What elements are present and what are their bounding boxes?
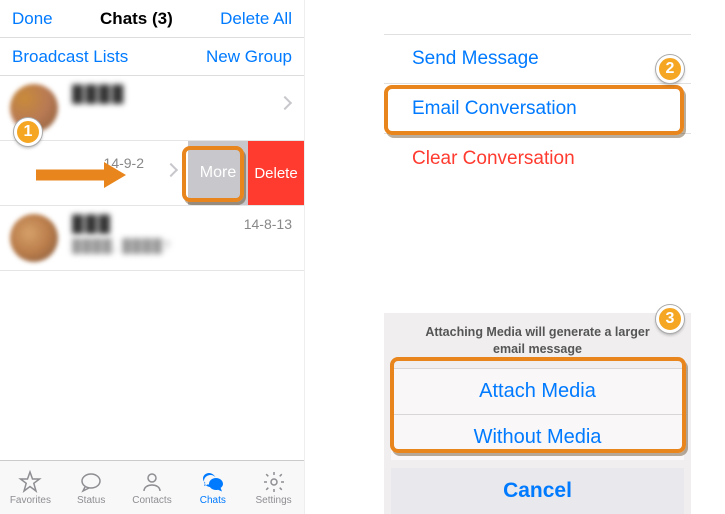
tab-status[interactable]: Status xyxy=(61,461,122,514)
delete-button[interactable]: Delete xyxy=(248,141,304,205)
broadcast-lists-link[interactable]: Broadcast Lists xyxy=(12,47,128,67)
chat-preview: ████, ████? xyxy=(72,238,294,253)
tab-settings[interactable]: Settings xyxy=(243,461,304,514)
contact-icon xyxy=(140,470,164,494)
chat-row[interactable]: ███ ████, ████? 14-8-13 xyxy=(0,206,304,271)
button-label: Attach Media xyxy=(479,380,596,403)
button-label: Cancel xyxy=(503,479,572,503)
chat-row[interactable]: ████ xyxy=(0,76,304,141)
status-icon xyxy=(79,470,103,494)
tab-chats[interactable]: Chats xyxy=(182,461,243,514)
annotation-arrow-icon xyxy=(34,160,126,190)
star-icon xyxy=(18,470,42,494)
button-label: Without Media xyxy=(474,426,602,449)
header-bar: Done Chats (3) Delete All xyxy=(0,0,304,38)
cancel-button[interactable]: Cancel xyxy=(391,468,684,514)
annotation-badge-2: 2 xyxy=(656,55,684,83)
tab-label: Contacts xyxy=(132,495,171,506)
page-title: Chats (3) xyxy=(100,9,173,29)
attach-media-button[interactable]: Attach Media xyxy=(391,368,684,414)
more-button[interactable]: More xyxy=(188,141,248,205)
send-message-option[interactable]: Send Message xyxy=(384,34,691,84)
menu-label: Clear Conversation xyxy=(412,148,575,170)
annotation-badge-1: 1 xyxy=(14,118,42,146)
chevron-right-icon xyxy=(164,163,178,177)
delete-all-button[interactable]: Delete All xyxy=(220,9,292,29)
tab-favorites[interactable]: Favorites xyxy=(0,461,61,514)
new-group-link[interactable]: New Group xyxy=(206,47,292,67)
menu-label: Send Message xyxy=(412,48,539,70)
chat-name: ████ xyxy=(72,86,294,104)
subheader-bar: Broadcast Lists New Group xyxy=(0,38,304,76)
action-sheet: Attaching Media will generate a larger e… xyxy=(384,313,691,514)
action-menu: Send Message Email Conversation Clear Co… xyxy=(384,34,691,184)
without-media-button[interactable]: Without Media xyxy=(391,414,684,460)
chats-icon xyxy=(201,470,225,494)
done-button[interactable]: Done xyxy=(12,9,53,29)
clear-conversation-option[interactable]: Clear Conversation xyxy=(384,134,691,184)
tab-bar: Favorites Status Contacts Chats Settings xyxy=(0,460,304,514)
avatar xyxy=(10,214,58,262)
tab-label: Chats xyxy=(200,495,226,506)
sheet-subtitle: Attaching Media will generate a larger e… xyxy=(391,318,684,368)
tab-label: Settings xyxy=(256,495,292,506)
email-conversation-option[interactable]: Email Conversation xyxy=(384,84,691,134)
chat-date: 14-8-13 xyxy=(244,216,292,232)
tab-contacts[interactable]: Contacts xyxy=(122,461,183,514)
gear-icon xyxy=(262,470,286,494)
chats-screen: Done Chats (3) Delete All Broadcast List… xyxy=(0,0,305,514)
more-label: More xyxy=(200,164,236,182)
tab-label: Favorites xyxy=(10,495,51,506)
annotation-badge-3: 3 xyxy=(656,305,684,333)
menu-label: Email Conversation xyxy=(412,98,577,120)
delete-label: Delete xyxy=(254,165,297,182)
tab-label: Status xyxy=(77,495,105,506)
